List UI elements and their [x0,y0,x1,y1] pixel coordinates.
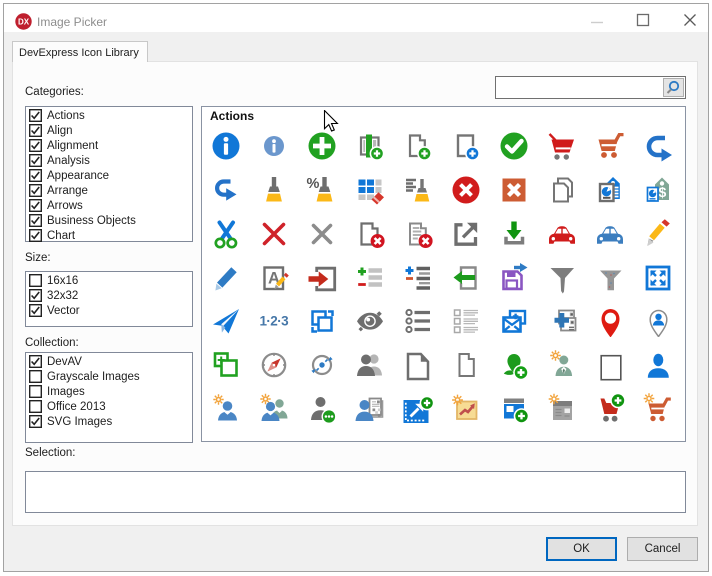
svg-text:1·2·3: 1·2·3 [260,314,290,329]
svg-text:$: $ [659,184,667,200]
svg-text:DX: DX [18,18,30,27]
svg-text:%: % [307,176,320,192]
